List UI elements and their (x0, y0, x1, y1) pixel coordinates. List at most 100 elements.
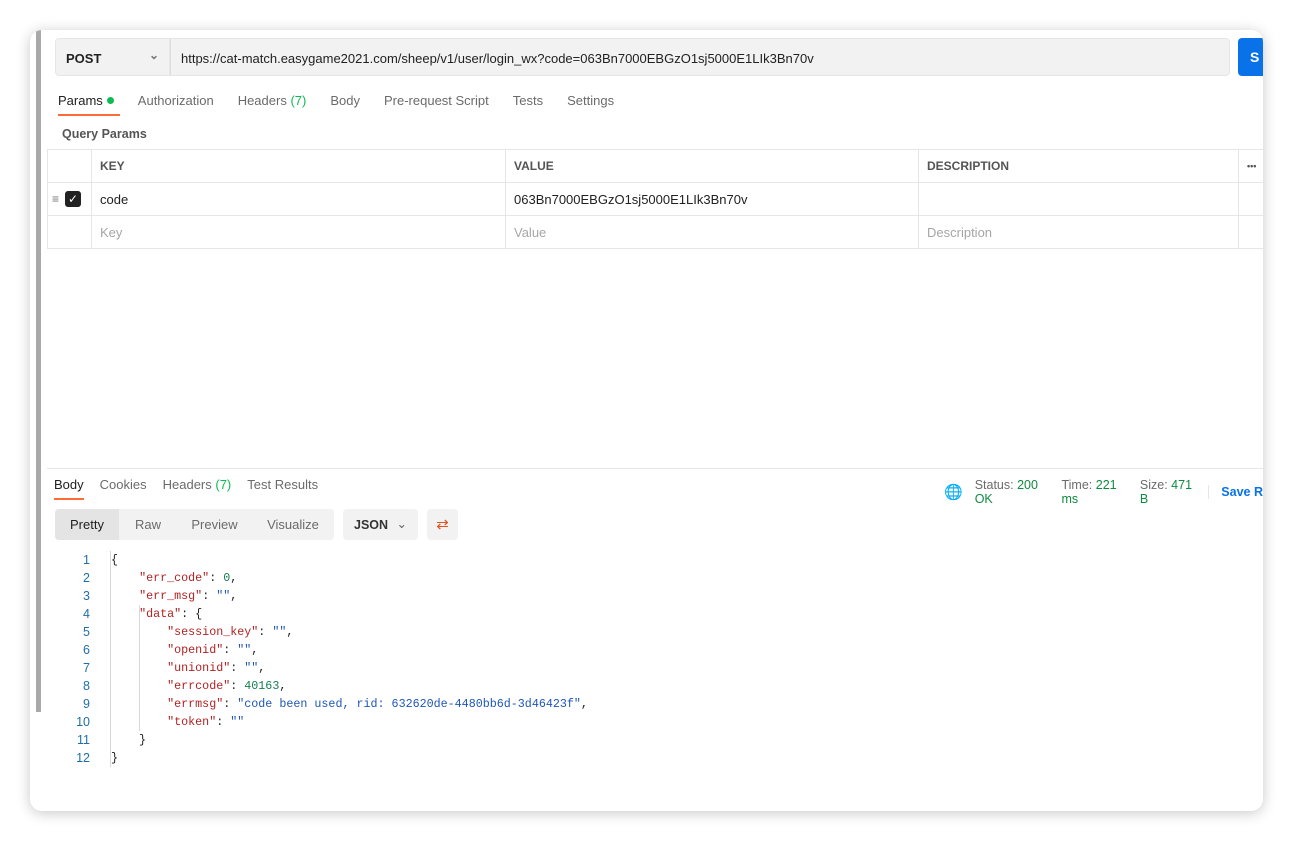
table-row: ≡ ✓ code 063Bn7000EBGzO1sj5000E1LIk3Bn70v (47, 182, 1263, 216)
code-token: : (216, 715, 231, 729)
code-line: 12} (60, 749, 588, 767)
description-header: DESCRIPTION (918, 149, 1239, 183)
time-label: Time: (1061, 478, 1093, 492)
view-visualize[interactable]: Visualize (252, 509, 334, 540)
format-value: JSON (354, 518, 389, 532)
description-placeholder[interactable]: Description (918, 215, 1239, 249)
value-placeholder[interactable]: Value (505, 215, 919, 249)
code-token: , (279, 679, 287, 693)
code-token: "data" (139, 607, 182, 621)
code-token: : (258, 625, 273, 639)
line-number: 2 (83, 571, 90, 585)
code-token: , (258, 661, 266, 675)
method-value: POST (66, 51, 102, 66)
code-text: } (111, 749, 118, 767)
code-text: "token": "" (111, 713, 244, 731)
key-cell[interactable]: code (91, 182, 506, 216)
tab-label: Body (330, 93, 360, 108)
code-text: } (111, 731, 146, 749)
code-line: 11 } (60, 731, 588, 749)
time: Time: 221 ms (1061, 478, 1127, 506)
tab-label: Params (58, 93, 103, 108)
tab-label: Authorization (137, 93, 214, 108)
request-tabs: Params Authorization Headers (7) Body Pre-re… (58, 93, 638, 116)
tab-label: Headers (237, 93, 287, 108)
tab-headers[interactable]: Headers (7) (238, 93, 307, 116)
response-tab-body[interactable]: Body (54, 477, 84, 500)
code-token: "" (272, 625, 287, 639)
code-token: } (111, 733, 147, 747)
description-cell[interactable] (918, 182, 1239, 216)
response-tab-test-results[interactable]: Test Results (247, 477, 318, 500)
code-line: 6 "openid": "", (60, 641, 588, 659)
chevron-down-icon: ⌄ (148, 48, 159, 62)
wrap-lines-icon[interactable]: ⇄ (427, 509, 458, 540)
code-token: , (230, 589, 238, 603)
table-row-empty: Key Value Description (47, 215, 1263, 249)
status: Status: 200 OK (975, 478, 1050, 506)
chevron-down-icon: ⌄ (396, 517, 407, 531)
format-select[interactable]: JSON ⌄ (343, 509, 418, 540)
code-text: "errmsg": "code been used, rid: 632620de… (111, 695, 588, 713)
code-text: "openid": "", (111, 641, 258, 659)
code-line: 8 "errcode": 40163, (60, 677, 588, 695)
tab-label: Tests (512, 93, 544, 108)
more-options-icon[interactable]: ••• (1238, 149, 1263, 183)
response-body-code[interactable]: 1{2 "err_code": 0, 3 "err_msg": "", 4 "dat… (60, 551, 588, 767)
pane-divider[interactable] (47, 468, 1263, 469)
code-token: , (251, 643, 259, 657)
view-preview[interactable]: Preview (177, 509, 252, 540)
key-header: KEY (91, 149, 506, 183)
network-globe-icon[interactable]: 🌐 (944, 483, 963, 501)
code-token: : (202, 589, 217, 603)
line-number: 7 (83, 661, 90, 675)
tab-settings[interactable]: Settings (567, 93, 614, 116)
code-token: , (286, 625, 294, 639)
method-select[interactable]: POST ⌄ (55, 38, 170, 76)
line-number: 12 (76, 751, 90, 765)
tab-params[interactable]: Params (58, 93, 120, 116)
tab-label: Headers (162, 477, 212, 492)
row-checkbox[interactable]: ✓ (65, 191, 82, 208)
code-token: "" (230, 715, 245, 729)
tab-label: Pre-request Script (383, 93, 489, 108)
code-token: "err_msg" (139, 589, 203, 603)
key-placeholder[interactable]: Key (91, 215, 506, 249)
response-tabs: Body Cookies Headers (7) Test Results (54, 477, 334, 500)
view-pretty[interactable]: Pretty (55, 509, 119, 540)
line-number: 10 (76, 715, 90, 729)
code-token: "openid" (167, 643, 224, 657)
query-params-table: KEY VALUE DESCRIPTION ••• ≡ ✓ code 063Bn7… (47, 149, 1263, 249)
url-input[interactable]: https://cat-match.easygame2021.com/sheep… (170, 38, 1230, 76)
status-label: Status: (974, 478, 1014, 492)
tab-body[interactable]: Body (330, 93, 360, 116)
code-token: , (230, 571, 238, 585)
save-response-button[interactable]: Save R (1208, 485, 1263, 499)
code-line: 2 "err_code": 0, (60, 569, 588, 587)
tab-pre-request-script[interactable]: Pre-request Script (384, 93, 489, 116)
send-button[interactable]: S (1238, 38, 1263, 76)
code-text: "err_msg": "", (111, 587, 237, 605)
tab-authorization[interactable]: Authorization (138, 93, 214, 116)
response-tab-cookies[interactable]: Cookies (100, 477, 147, 500)
response-meta: 🌐 Status: 200 OK Time: 221 ms Size: 471 … (944, 478, 1263, 506)
code-token: "err_code" (139, 571, 210, 585)
tab-label: Cookies (99, 477, 147, 492)
response-tab-headers[interactable]: Headers (7) (163, 477, 232, 500)
tab-tests[interactable]: Tests (513, 93, 543, 116)
code-token: "code been used, rid: 632620de-4480bb6d-… (237, 697, 581, 711)
code-line: 7 "unionid": "", (60, 659, 588, 677)
view-raw[interactable]: Raw (119, 509, 177, 540)
handle-column (47, 149, 92, 183)
drag-handle-icon[interactable]: ≡ (52, 192, 59, 206)
size: Size: 471 B (1140, 478, 1196, 506)
code-line: 3 "err_msg": "", (60, 587, 588, 605)
scrollbar[interactable] (36, 30, 41, 712)
value-cell[interactable]: 063Bn7000EBGzO1sj5000E1LIk3Bn70v (505, 182, 919, 216)
tab-count: (7) (215, 477, 232, 492)
